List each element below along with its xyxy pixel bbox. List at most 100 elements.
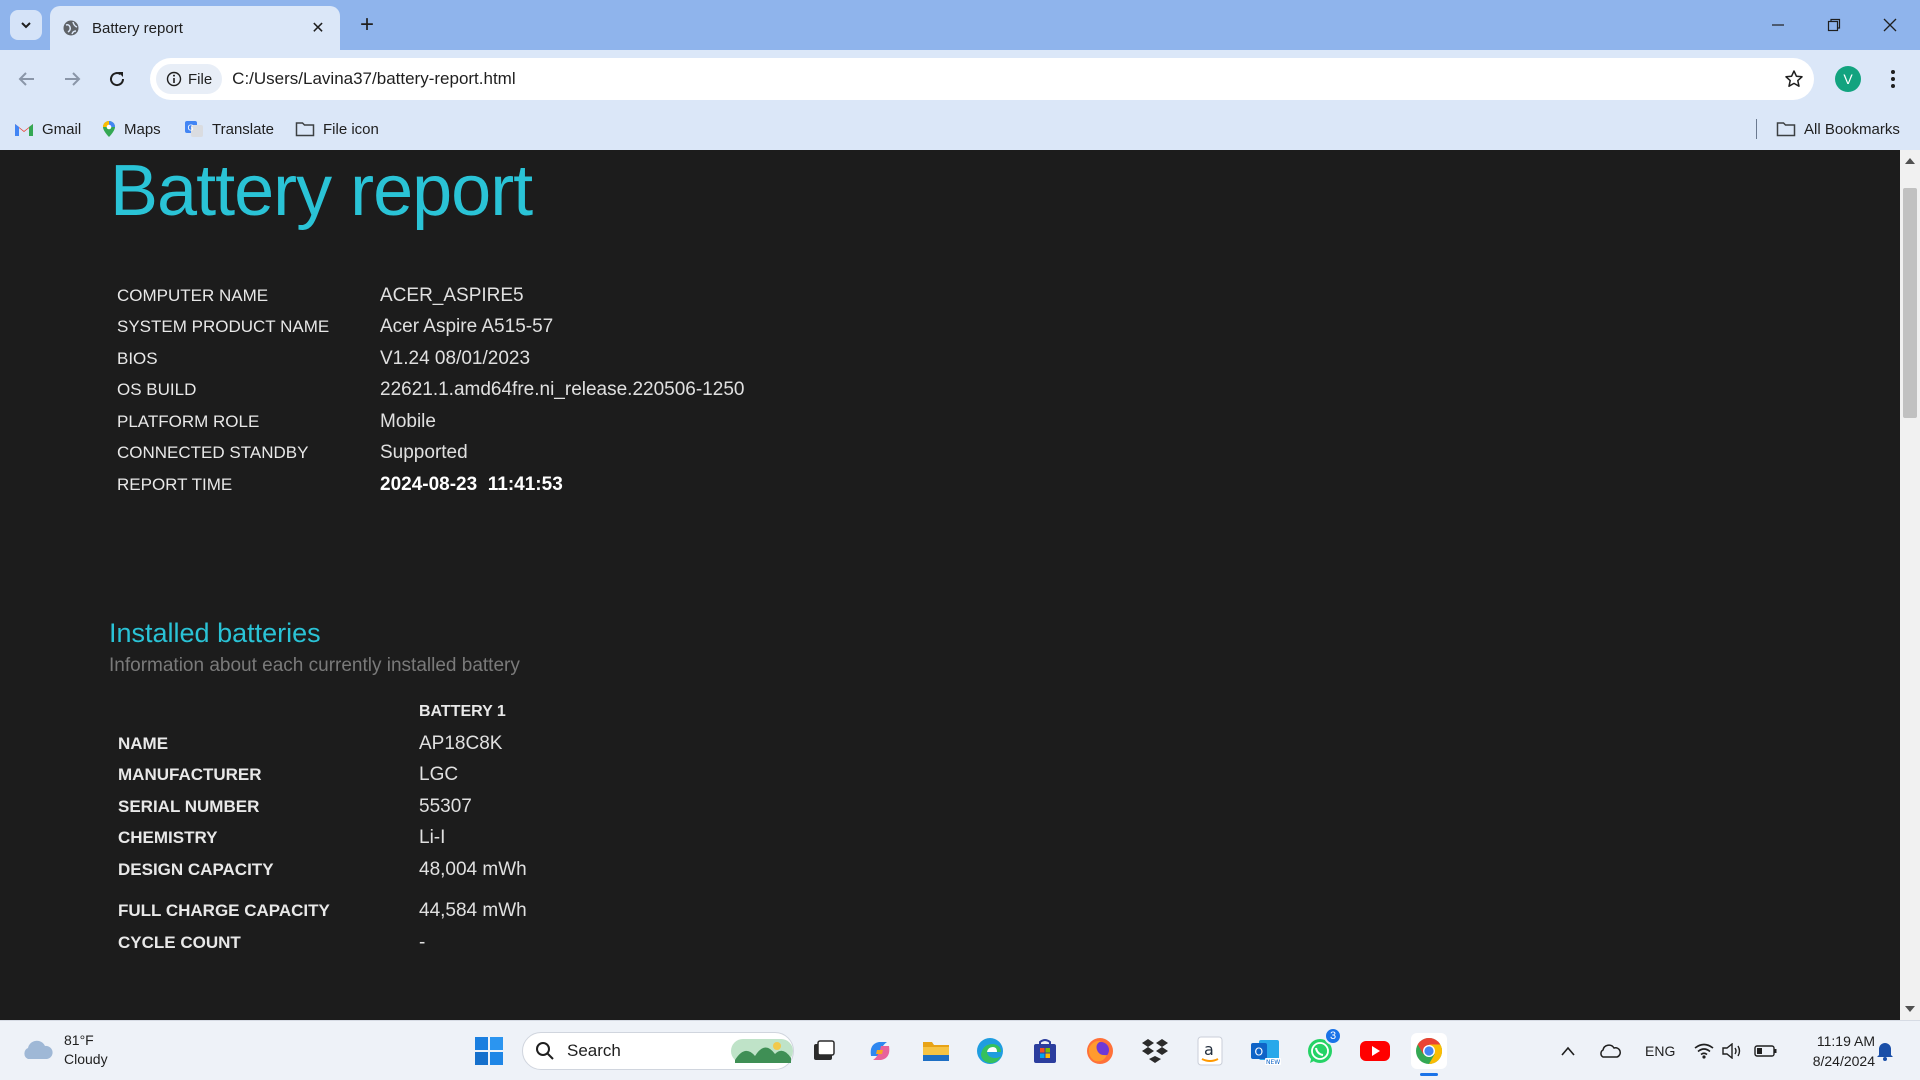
bookmark-gmail[interactable]: Gmail (14, 108, 81, 150)
minimize-button[interactable] (1750, 0, 1806, 50)
wifi-icon (1694, 1043, 1714, 1059)
edge-button[interactable] (972, 1033, 1008, 1069)
dropbox-button[interactable] (1137, 1033, 1173, 1069)
system-clock[interactable]: 11:19 AM 8/24/2024 (1795, 1031, 1875, 1071)
task-view-button[interactable] (806, 1033, 842, 1069)
battery-icon (1754, 1045, 1777, 1057)
folder-icon (295, 122, 315, 137)
row-label: CONNECTED STANDBY (117, 443, 309, 463)
bookmark-maps[interactable]: Maps (102, 108, 161, 150)
amazon-button[interactable]: a (1192, 1033, 1228, 1069)
clock-time: 11:19 AM (1816, 1033, 1875, 1049)
notification-center-button[interactable] (1876, 1021, 1894, 1080)
title-bar: Battery report ✕ + (0, 0, 1920, 50)
globe-icon (63, 20, 79, 36)
browser-menu-button[interactable] (1880, 64, 1906, 94)
table-row: NAME AP18C8K (118, 728, 527, 760)
task-view-icon (814, 1040, 835, 1060)
back-button[interactable] (10, 62, 44, 96)
star-icon (1785, 70, 1803, 87)
row-label: BIOS (117, 348, 158, 368)
copilot-button[interactable] (862, 1033, 898, 1069)
new-tab-button[interactable]: + (352, 10, 382, 40)
chrome-button[interactable] (1411, 1033, 1447, 1069)
tab-search-button[interactable] (10, 10, 42, 40)
svg-text:a: a (1204, 1040, 1214, 1059)
copilot-icon (870, 1042, 890, 1060)
windows-icon (475, 1037, 503, 1065)
show-hidden-icons-button[interactable] (1560, 1021, 1582, 1080)
language-indicator[interactable]: ENG (1645, 1021, 1675, 1080)
file-explorer-button[interactable] (918, 1033, 954, 1069)
url-text[interactable]: C:/Users/Lavina37/battery-report.html (232, 69, 1774, 89)
maps-icon (103, 121, 115, 137)
info-icon (166, 71, 182, 87)
table-row: CYCLE COUNT - (118, 927, 527, 959)
table-row: SERIAL NUMBER 55307 (118, 791, 527, 823)
restore-button[interactable] (1806, 0, 1862, 50)
scroll-down-arrow-icon[interactable] (1905, 1006, 1915, 1012)
language-label: ENG (1645, 1043, 1676, 1059)
volume-icon (1722, 1043, 1741, 1059)
taskbar-search[interactable]: Search (522, 1032, 794, 1070)
row-value: Li-I (419, 827, 446, 849)
close-window-button[interactable] (1862, 0, 1918, 50)
outlook-button[interactable]: O NEW (1247, 1033, 1283, 1069)
installed-batteries-heading: Installed batteries (109, 618, 321, 648)
bookmarks-bar: Gmail Maps G Translate File icon All Boo… (0, 108, 1920, 150)
search-icon (536, 1042, 554, 1060)
row-value: Supported (380, 442, 468, 464)
row-label: CHEMISTRY (118, 828, 218, 848)
scrollbar-thumb[interactable] (1903, 188, 1917, 418)
onedrive-cloud-icon (1600, 1044, 1621, 1058)
dropbox-icon (1142, 1039, 1168, 1063)
reload-button[interactable] (100, 62, 134, 96)
cloud-icon (24, 1040, 53, 1059)
tab-battery-report[interactable]: Battery report ✕ (50, 6, 340, 50)
installed-batteries-subtitle: Information about each currently install… (109, 655, 520, 676)
start-button[interactable] (471, 1033, 507, 1069)
forward-button[interactable] (55, 62, 89, 96)
close-tab-icon[interactable]: ✕ (308, 18, 328, 38)
taskbar: 81°F Cloudy Search a O NEW 3 ENG 11:19 A… (0, 1020, 1920, 1080)
search-highlight-icon (731, 1039, 793, 1063)
battery-column-header: BATTERY 1 (419, 703, 506, 720)
table-row: CONNECTED STANDBY Supported (117, 438, 744, 470)
row-value: 22621.1.amd64fre.ni_release.220506-1250 (380, 379, 745, 401)
browser-toolbar: File C:/Users/Lavina37/battery-report.ht… (0, 50, 1920, 108)
edge-icon (977, 1038, 1003, 1064)
bookmark-translate[interactable]: G Translate (184, 108, 274, 150)
row-value: 48,004 mWh (419, 858, 527, 880)
bookmark-file-icon[interactable]: File icon (295, 108, 379, 150)
youtube-button[interactable] (1357, 1033, 1393, 1069)
gmail-icon (15, 124, 33, 136)
svg-text:O: O (1255, 1046, 1264, 1059)
bookmark-star-button[interactable] (1774, 69, 1814, 89)
row-label: MANUFACTURER (118, 765, 262, 785)
table-row: MANUFACTURER LGC (118, 760, 527, 792)
youtube-icon (1360, 1041, 1390, 1061)
more-vertical-icon (1891, 70, 1895, 88)
address-bar[interactable]: File C:/Users/Lavina37/battery-report.ht… (150, 58, 1814, 100)
whatsapp-button[interactable]: 3 (1302, 1027, 1342, 1069)
onedrive-tray-button[interactable] (1598, 1021, 1624, 1080)
scroll-up-arrow-icon[interactable] (1905, 158, 1915, 164)
outlook-icon: ONEW (1251, 1040, 1281, 1066)
profile-avatar[interactable]: V (1835, 66, 1861, 92)
bookmark-label: Translate (212, 120, 274, 138)
all-bookmarks-button[interactable]: All Bookmarks (1776, 108, 1900, 150)
row-value: AP18C8K (419, 732, 503, 754)
site-info-chip[interactable]: File (156, 64, 223, 94)
quick-settings-button[interactable] (1694, 1021, 1778, 1080)
microsoft-store-button[interactable] (1027, 1033, 1063, 1069)
weather-widget[interactable]: 81°F Cloudy (20, 1031, 108, 1069)
weather-desc: Cloudy (64, 1051, 108, 1067)
row-value: 55307 (419, 795, 472, 817)
page-scrollbar[interactable] (1900, 150, 1920, 1020)
row-value: 44,584 mWh (419, 900, 527, 922)
firefox-button[interactable] (1082, 1033, 1118, 1069)
row-label: OS BUILD (117, 380, 197, 400)
svg-text:NEW: NEW (1266, 1059, 1280, 1066)
row-value: Acer Aspire A515-57 (380, 316, 554, 338)
firefox-icon (1087, 1038, 1113, 1064)
